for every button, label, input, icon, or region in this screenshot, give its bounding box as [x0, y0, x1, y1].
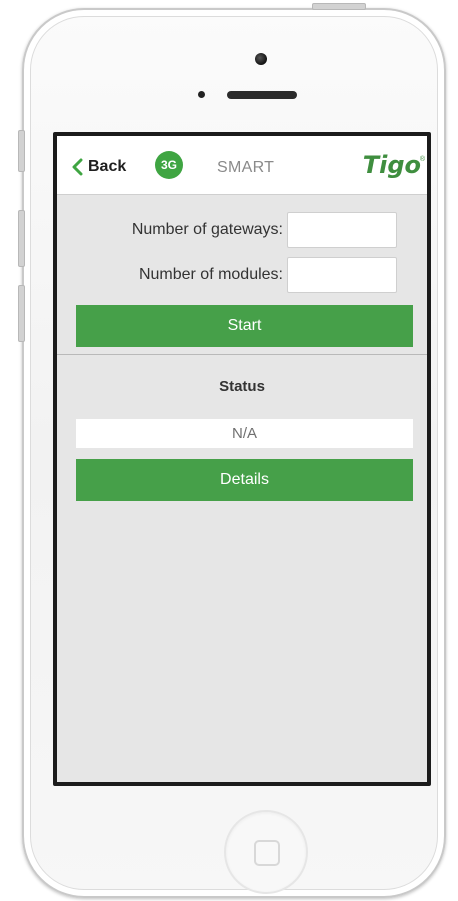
details-button[interactable]: Details: [76, 459, 413, 501]
device-frame: Back 3G SMART Tigo ® Number of gateways:…: [0, 0, 458, 901]
app-view: Back 3G SMART Tigo ® Number of gateways:…: [57, 136, 427, 782]
screen: Back 3G SMART Tigo ® Number of gateways:…: [53, 132, 431, 786]
tigo-logo: Tigo: [362, 151, 421, 179]
back-label: Back: [88, 158, 127, 175]
status-value: N/A: [76, 419, 413, 448]
network-badge: 3G: [155, 151, 183, 179]
registered-mark: ®: [419, 156, 425, 163]
gateways-label: Number of gateways:: [131, 221, 283, 238]
power-button[interactable]: [312, 3, 366, 10]
volume-down-button[interactable]: [18, 285, 25, 342]
front-camera: [255, 53, 267, 65]
phone-body: Back 3G SMART Tigo ® Number of gateways:…: [22, 8, 446, 898]
home-square-icon: [254, 840, 280, 866]
gateways-input[interactable]: [287, 212, 397, 248]
proximity-sensor: [198, 91, 205, 98]
status-heading: Status: [219, 378, 265, 395]
modules-row: Number of modules:: [139, 257, 397, 293]
chevron-left-icon: [72, 158, 83, 176]
volume-up-button[interactable]: [18, 210, 25, 267]
earpiece-speaker: [227, 91, 297, 99]
start-button[interactable]: Start: [76, 305, 413, 347]
home-button[interactable]: [224, 810, 308, 894]
section-divider: [57, 354, 427, 355]
modules-label: Number of modules:: [138, 266, 283, 283]
back-button[interactable]: Back: [70, 156, 126, 178]
modules-input[interactable]: [287, 257, 397, 293]
mute-switch[interactable]: [18, 130, 25, 172]
navigation-bar: Back 3G SMART Tigo ®: [57, 136, 427, 195]
mode-label: SMART: [217, 159, 275, 176]
gateways-row: Number of gateways:: [132, 212, 397, 248]
